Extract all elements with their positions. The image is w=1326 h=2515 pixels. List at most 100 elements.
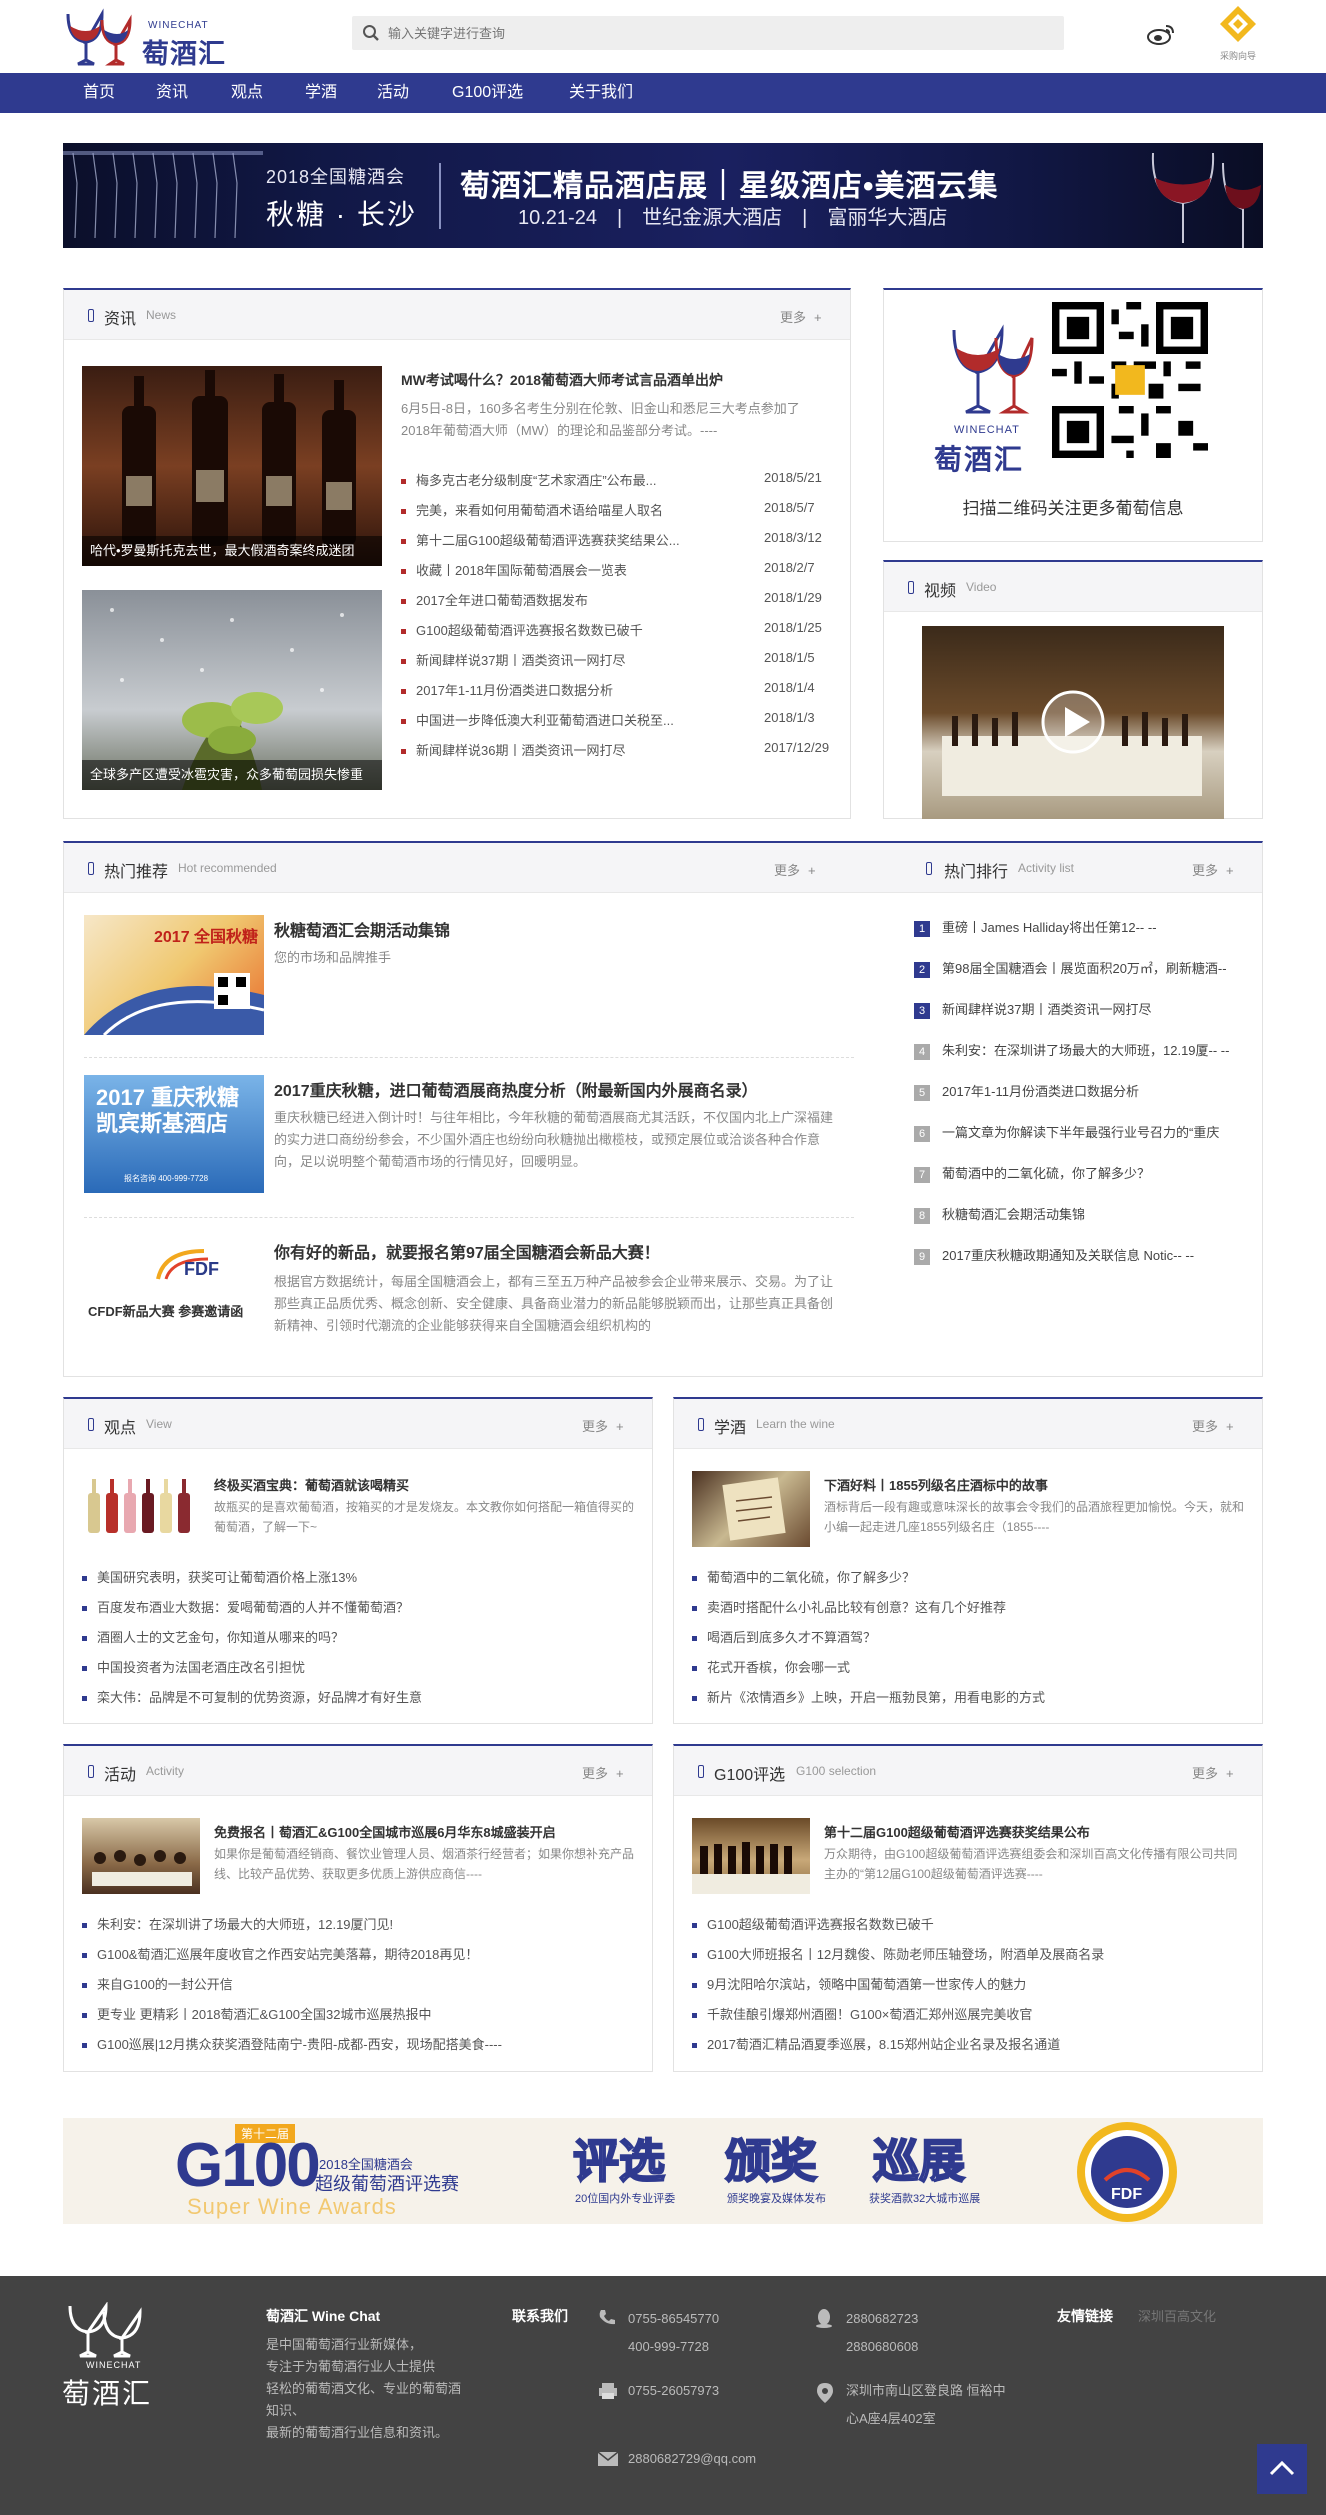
- view-list-item[interactable]: 百度发布酒业大数据：爱喝葡萄酒的人并不懂葡萄酒？: [82, 1597, 632, 1616]
- learn-list-item[interactable]: 花式开香槟，你会哪一式: [692, 1657, 1242, 1676]
- g100-list-item[interactable]: 千款佳酿引爆郑州酒圈！G100×萄酒汇郑州巡展完美收官: [692, 2004, 1242, 2023]
- ranking-item[interactable]: 2 第98届全国糖酒会丨展览面积20万㎡，刷新糖酒--: [914, 958, 1254, 978]
- news-list-item[interactable]: 新闻肆样说37期丨酒类资讯一网打尽: [401, 650, 711, 669]
- weibo-icon[interactable]: [1146, 22, 1176, 46]
- search-input[interactable]: [388, 16, 1048, 50]
- learn-list-item[interactable]: 葡萄酒中的二氧化硫，你了解多少？: [692, 1567, 1242, 1586]
- view-list-item[interactable]: 中国投资者为法国老酒庄改名引担忧: [82, 1657, 632, 1676]
- news-list-item[interactable]: 梅多克古老分级制度“艺术家酒庄”公布最...: [401, 470, 711, 489]
- footer-link-1[interactable]: 深圳百高文化: [1138, 2306, 1216, 2328]
- nav-home[interactable]: 首页: [83, 73, 115, 113]
- hot-image-3[interactable]: FDF CFDF新品大赛 参赛邀请函: [84, 1239, 264, 1349]
- ranking-item[interactable]: 6 一篇文章为你解读下半年最强行业号召力的“重庆: [914, 1122, 1254, 1142]
- activity-list-item[interactable]: 更专业 更精彩丨2018萄酒汇&G100全国32城市巡展热报中: [82, 2004, 632, 2023]
- activity-more-link[interactable]: 更多 +: [582, 1763, 624, 1782]
- news-list-item[interactable]: 新闻肆样说36期丨酒类资讯一网打尽: [401, 740, 711, 759]
- main-nav: 首页 资讯 观点 学酒 活动 G100评选 关于我们: [0, 73, 1326, 113]
- g100-banner[interactable]: 第十二届 G100 2018全国糖酒会 超级葡萄酒评选赛 Super Wine …: [63, 2118, 1263, 2224]
- view-list-item[interactable]: 美国研究表明，获奖可让葡萄酒价格上涨13%: [82, 1567, 632, 1586]
- footer-brand-desc: 是中国葡萄酒行业新媒体， 专注于为葡萄酒行业人士提供 轻松的葡萄酒文化、专业的葡…: [266, 2334, 461, 2444]
- news-list-item[interactable]: 收藏丨2018年国际葡萄酒展会一览表: [401, 560, 711, 579]
- learn-lead-title[interactable]: 下酒好料丨1855列级名庄酒标中的故事: [824, 1475, 1048, 1494]
- nav-activity[interactable]: 活动: [377, 73, 409, 113]
- news-list-item[interactable]: 2017全年进口葡萄酒数据发布: [401, 590, 711, 609]
- qr-logo-cn: 萄酒汇: [934, 444, 1025, 475]
- news-list-item[interactable]: 中国进一步降低澳大利亚葡萄酒进口关税至...: [401, 710, 711, 729]
- ranking-item[interactable]: 4 朱利安：在深圳讲了场最大的大师班，12.19厦-- --: [914, 1040, 1254, 1060]
- purchase-guide[interactable]: 采购向导: [1216, 4, 1260, 64]
- ranking-item[interactable]: 8 秋糖萄酒汇会期活动集锦: [914, 1204, 1254, 1224]
- hot-subtitle: Hot recommended: [178, 861, 277, 875]
- learn-image[interactable]: [692, 1471, 810, 1547]
- nav-g100[interactable]: G100评选: [452, 73, 523, 113]
- ranking-item[interactable]: 1 重磅丨James Halliday将出任第12-- --: [914, 917, 1254, 937]
- news-item-title: 梅多克古老分级制度“艺术家酒庄”公布最...: [416, 473, 657, 488]
- news-subtitle: News: [146, 308, 177, 322]
- hot-item-3-title[interactable]: 你有好的新品，就要报名第97届全国糖酒会新品大赛！: [274, 1239, 660, 1263]
- hot-image-1[interactable]: 2017 全国秋糖: [84, 915, 264, 1035]
- mail-icon: [598, 2452, 618, 2466]
- view-list-item[interactable]: 酒圈人士的文艺金句，你知道从哪来的吗？: [82, 1627, 632, 1646]
- activity-lead-title[interactable]: 免费报名丨萄酒汇&G100全国城市巡展6月华东8城盛装开启: [214, 1822, 556, 1841]
- nav-news[interactable]: 资讯: [156, 73, 188, 113]
- play-icon[interactable]: [1040, 689, 1106, 755]
- activity-list-item[interactable]: 来自G100的一封公开信: [82, 1974, 632, 1993]
- activity-list-item[interactable]: G100巡展|12月携众获奖酒登陆南宁-贵阳-成都-西安，现场配搭美食----: [82, 2034, 632, 2053]
- section-marker-icon: [88, 309, 94, 322]
- news-image-1[interactable]: 哈代•罗曼斯托克去世，最大假酒奇案终成迷团: [82, 366, 382, 566]
- search-icon[interactable]: [362, 24, 380, 42]
- g100-lead-title[interactable]: 第十二届G100超级葡萄酒评选赛获奖结果公布: [824, 1822, 1090, 1841]
- view-image[interactable]: [82, 1471, 200, 1547]
- news-image-2[interactable]: 全球多产区遭受冰雹灾害，众多葡萄园损失惨重: [82, 590, 382, 790]
- g100-list-item[interactable]: 9月沈阳哈尔滨站，领略中国葡萄酒第一世家传人的魅力: [692, 1974, 1242, 1993]
- news-list-item[interactable]: 2017年1-11月份酒类进口数据分析: [401, 680, 711, 699]
- hot-image-2[interactable]: 2017 重庆秋糖 凯宾斯基酒店 报名咨询 400-999-7728: [84, 1075, 264, 1193]
- news-list-item[interactable]: 第十二届G100超级葡萄酒评选赛获奖结果公...: [401, 530, 711, 549]
- nav-about[interactable]: 关于我们: [569, 73, 633, 113]
- g100-list-item[interactable]: 2017萄酒汇精品酒夏季巡展，8.15郑州站企业名录及报名通道: [692, 2034, 1242, 2053]
- search-box[interactable]: [352, 16, 1064, 50]
- g100-list-item[interactable]: G100超级葡萄酒评选赛报名数数已破千: [692, 1914, 1242, 1933]
- ranking-item[interactable]: 5 2017年1-11月份酒类进口数据分析: [914, 1081, 1254, 1101]
- g100-item-title: G100超级葡萄酒评选赛报名数数已破千: [707, 1917, 934, 1932]
- hot-item-2-title[interactable]: 2017重庆秋糖，进口葡萄酒展商热度分析（附最新国内外展商名录）: [274, 1077, 758, 1101]
- learn-list-item[interactable]: 新片《浓情酒乡》上映，开启一瓶勃艮第，用看电影的方式: [692, 1687, 1242, 1706]
- news-list-item[interactable]: G100超级葡萄酒评选赛报名数数已破千: [401, 620, 711, 639]
- news-list-item[interactable]: 完美，来看如何用葡萄酒术语给喵星人取名: [401, 500, 711, 519]
- qr-caption: 扫描二维码关注更多葡萄信息: [962, 499, 1184, 518]
- video-player[interactable]: [922, 626, 1224, 819]
- nav-view[interactable]: 观点: [231, 73, 263, 113]
- top-banner[interactable]: 2018全国糖酒会 秋糖 · 长沙 萄酒汇精品酒店展｜星级酒店•美酒云集 10.…: [63, 143, 1263, 248]
- ranking-item[interactable]: 3 新闻肆样说37期丨酒类资讯一网打尽: [914, 999, 1254, 1019]
- bullet-icon: [82, 1666, 87, 1672]
- hot-more-link[interactable]: 更多 +: [774, 860, 816, 879]
- bullet-icon: [82, 2043, 87, 2049]
- ranking-more-link[interactable]: 更多 +: [1192, 860, 1234, 879]
- nav-learn[interactable]: 学酒: [305, 73, 337, 113]
- view-more-link[interactable]: 更多 +: [582, 1416, 624, 1435]
- hot-item-1-title[interactable]: 秋糖萄酒汇会期活动集锦: [274, 917, 450, 941]
- g100-list-item[interactable]: G100大师班报名丨12月魏俊、陈勋老师压轴登场，附酒单及展商名录: [692, 1944, 1242, 1963]
- activity-list-item[interactable]: G100&萄酒汇巡展年度收官之作西安站完美落幕，期待2018再见！: [82, 1944, 632, 1963]
- g100-image[interactable]: [692, 1818, 810, 1894]
- ranking-item[interactable]: 7 葡萄酒中的二氧化硫，你了解多少？: [914, 1163, 1254, 1183]
- news-lead-title[interactable]: MW考试喝什么？2018葡萄酒大师考试言品酒单出炉: [401, 370, 723, 390]
- back-to-top-button[interactable]: [1257, 2444, 1307, 2494]
- learn-list-item[interactable]: 卖酒时搭配什么小礼品比较有创意？这有几个好推荐: [692, 1597, 1242, 1616]
- learn-more-label: 更多: [1192, 1419, 1219, 1434]
- view-lead-title[interactable]: 终极买酒宝典：葡萄酒就该喝精买: [214, 1475, 409, 1494]
- activity-image[interactable]: [82, 1818, 200, 1894]
- footer-email[interactable]: 2880682729@qq.com: [628, 2448, 756, 2470]
- view-list-item[interactable]: 栾大伟：品牌是不可复制的优势资源，好品牌才有好生意: [82, 1687, 632, 1706]
- footer-phone1: 0755-86545770: [628, 2311, 720, 2326]
- news-more-link[interactable]: 更多 +: [780, 307, 822, 326]
- learn-list-item[interactable]: 喝酒后到底多久才不算酒驾？: [692, 1627, 1242, 1646]
- ranking-item[interactable]: 9 2017重庆秋糖政期通知及关联信息 Notic-- --: [914, 1245, 1254, 1265]
- learn-more-link[interactable]: 更多 +: [1192, 1416, 1234, 1435]
- bullet-icon: [82, 1696, 87, 1702]
- site-logo[interactable]: WINECHAT 萄酒汇: [62, 6, 232, 69]
- g100-more-link[interactable]: 更多 +: [1192, 1763, 1234, 1782]
- view-item-title: 美国研究表明，获奖可让葡萄酒价格上涨13%: [97, 1570, 358, 1585]
- activity-list-item[interactable]: 朱利安：在深圳讲了场最大的大师班，12.19厦门见!: [82, 1914, 632, 1933]
- news-item-title: 第十二届G100超级葡萄酒评选赛获奖结果公...: [416, 533, 680, 548]
